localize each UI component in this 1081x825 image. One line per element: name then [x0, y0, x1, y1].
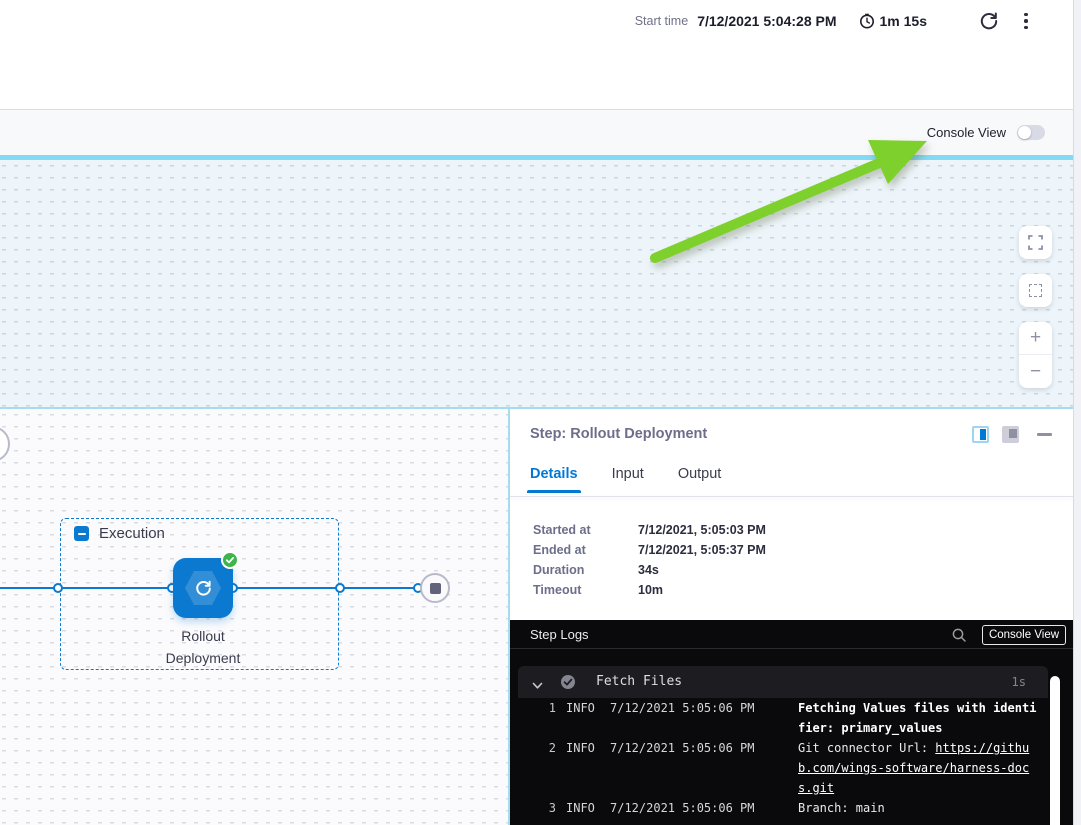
- detail-row: Duration 34s: [533, 560, 766, 580]
- console-view-toggle[interactable]: [1017, 125, 1045, 140]
- detail-value: 10m: [638, 583, 663, 597]
- detail-label: Timeout: [533, 583, 638, 597]
- panel-title: Step: Rollout Deployment: [530, 426, 707, 442]
- panel-tabs: Details Input Output: [530, 466, 721, 493]
- log-line-number: 2: [536, 738, 556, 798]
- toggle-knob: [1018, 126, 1031, 139]
- logs-console-view-button[interactable]: Console View: [982, 625, 1066, 645]
- fullscreen-icon: [1028, 235, 1043, 250]
- fit-selection-button[interactable]: [1019, 274, 1052, 307]
- detail-value: 7/12/2021, 5:05:03 PM: [638, 523, 766, 537]
- search-logs-button[interactable]: [951, 627, 967, 648]
- topbar: Start time 7/12/2021 5:04:28 PM 1m 15s: [0, 0, 1073, 110]
- section-success-icon: [560, 674, 576, 695]
- step-details-panel: Step: Rollout Deployment Details Input O…: [510, 409, 1073, 825]
- console-view-label: Console View: [927, 125, 1006, 140]
- tabs-divider: [510, 496, 1073, 497]
- log-section-header[interactable]: Fetch Files 1s: [518, 666, 1048, 698]
- log-message-prefix: Git connector Url:: [798, 741, 935, 755]
- log-row: 3 INFO 7/12/2021 5:05:06 PM Branch: main: [510, 798, 1073, 818]
- details-rows: Started at 7/12/2021, 5:05:03 PM Ended a…: [533, 520, 766, 600]
- dot-grid: [0, 160, 1073, 407]
- zoom-in-glyph: +: [1030, 327, 1041, 349]
- step-logs-panel: Step Logs Console View Fetch Files 1s 1: [510, 620, 1073, 825]
- split-view-bottom-icon[interactable]: [1002, 426, 1019, 443]
- log-row: 1 INFO 7/12/2021 5:05:06 PM Fetching Val…: [510, 698, 1073, 738]
- log-message: Branch: main: [798, 798, 1039, 818]
- log-line-number: 1: [536, 698, 556, 738]
- stage-canvas: + −: [0, 160, 1073, 409]
- chevron-down-icon: [532, 677, 543, 695]
- log-timestamp: 7/12/2021 5:05:06 PM: [610, 798, 788, 818]
- elapsed-time: 1m 15s: [859, 13, 927, 29]
- connector-dot: [335, 583, 345, 593]
- refresh-button[interactable]: [977, 9, 1001, 33]
- log-line-number: 3: [536, 798, 556, 818]
- start-time-label: Start time: [635, 14, 689, 28]
- log-message: Git connector Url: https://github.com/wi…: [798, 738, 1039, 798]
- detail-value: 34s: [638, 563, 659, 577]
- more-options-button[interactable]: [1017, 9, 1035, 33]
- detail-value: 7/12/2021, 5:05:37 PM: [638, 543, 766, 557]
- tab-details[interactable]: Details: [530, 466, 578, 493]
- node-label: Rollout Deployment: [148, 625, 258, 669]
- step-type-hexagon: [185, 571, 221, 605]
- log-level: INFO: [566, 698, 600, 738]
- stop-icon: [430, 583, 441, 594]
- detail-row: Ended at 7/12/2021, 5:05:37 PM: [533, 540, 766, 560]
- execution-group-header[interactable]: Execution: [74, 525, 165, 542]
- log-rows: 1 INFO 7/12/2021 5:05:06 PM Fetching Val…: [510, 698, 1073, 818]
- start-time-value: 7/12/2021 5:04:28 PM: [697, 13, 836, 29]
- connector-dot: [53, 583, 63, 593]
- logs-scrollbar[interactable]: [1050, 676, 1060, 825]
- refresh-icon: [979, 11, 999, 31]
- rollout-deployment-node[interactable]: [173, 558, 233, 618]
- zoom-out-glyph: −: [1030, 361, 1041, 383]
- detail-label: Started at: [533, 523, 638, 537]
- split-view-right-icon[interactable]: [972, 426, 989, 443]
- rollout-icon: [194, 579, 213, 598]
- log-timestamp: 7/12/2021 5:05:06 PM: [610, 698, 788, 738]
- step-graph-canvas: Execution Rollout Deployment: [0, 409, 510, 825]
- right-edge-strip: [1073, 0, 1081, 825]
- log-section-name: Fetch Files: [596, 674, 682, 689]
- log-timestamp: 7/12/2021 5:05:06 PM: [610, 738, 788, 798]
- logs-title: Step Logs: [530, 627, 589, 642]
- check-icon: [225, 555, 235, 565]
- zoom-in-button[interactable]: +: [1019, 322, 1052, 355]
- log-message: Fetching Values files with identifier: p…: [798, 698, 1039, 738]
- log-level: INFO: [566, 798, 600, 818]
- detail-row: Timeout 10m: [533, 580, 766, 600]
- tab-input[interactable]: Input: [612, 466, 644, 493]
- elapsed-value: 1m 15s: [880, 13, 927, 29]
- zoom-controls: + −: [1019, 322, 1052, 388]
- tab-output[interactable]: Output: [678, 466, 722, 493]
- canvas-toolbar: Console View: [0, 110, 1073, 155]
- minimize-panel-button[interactable]: [1037, 433, 1052, 436]
- stage-end-node[interactable]: [420, 573, 450, 603]
- log-level: INFO: [566, 738, 600, 798]
- pipeline-execution-screen: Start time 7/12/2021 5:04:28 PM 1m 15s C…: [0, 0, 1081, 825]
- zoom-out-button[interactable]: −: [1019, 355, 1052, 388]
- log-section-duration: 1s: [1012, 675, 1026, 689]
- execution-group-label: Execution: [99, 525, 165, 542]
- detail-label: Duration: [533, 563, 638, 577]
- success-badge: [221, 551, 239, 569]
- clock-icon: [859, 13, 875, 29]
- detail-row: Started at 7/12/2021, 5:05:03 PM: [533, 520, 766, 540]
- marquee-icon: [1029, 284, 1042, 297]
- collapse-icon[interactable]: [74, 526, 89, 541]
- log-row: 2 INFO 7/12/2021 5:05:06 PM Git connecto…: [510, 738, 1073, 798]
- logs-header: Step Logs Console View: [510, 620, 1073, 649]
- fullscreen-button[interactable]: [1019, 226, 1052, 259]
- detail-label: Ended at: [533, 543, 638, 557]
- search-icon: [951, 627, 967, 643]
